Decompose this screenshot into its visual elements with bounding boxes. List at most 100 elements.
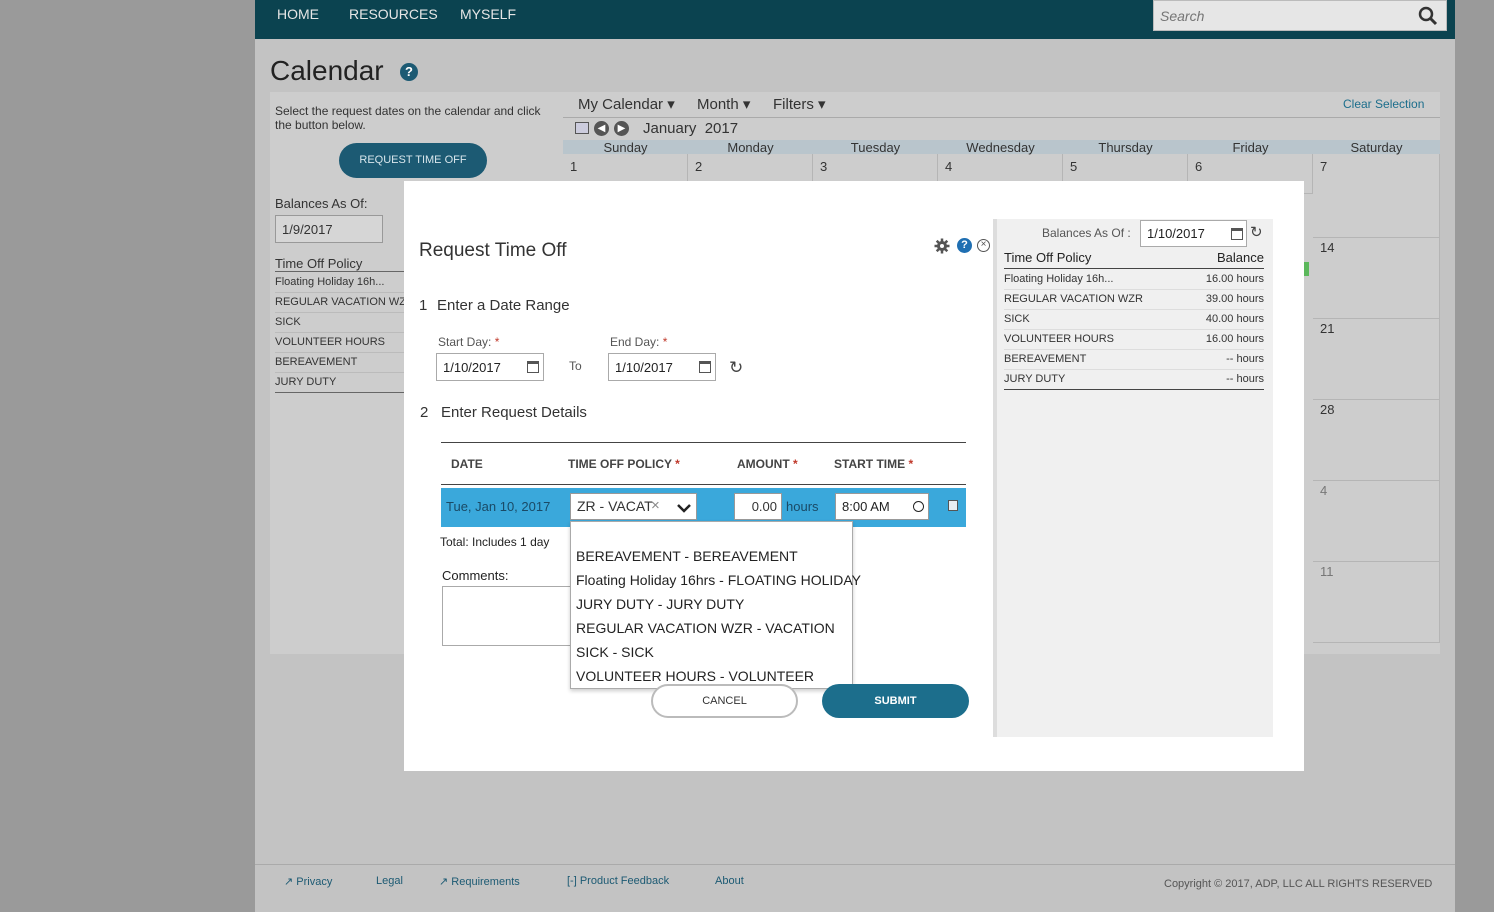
hours-unit: hours xyxy=(786,499,819,514)
privacy-link[interactable]: ↗ Privacy xyxy=(284,875,332,888)
next-month-icon[interactable]: ▶ xyxy=(614,121,629,136)
balances-date-value: 1/10/2017 xyxy=(1147,226,1205,241)
calendar-icon[interactable] xyxy=(527,361,539,373)
dropdown-option[interactable]: SICK - SICK xyxy=(576,644,654,660)
day-header: Saturday xyxy=(1313,140,1440,155)
calendar-icon[interactable] xyxy=(575,122,589,134)
page-title: Calendar xyxy=(270,55,384,86)
refresh-icon[interactable]: ↻ xyxy=(729,359,743,376)
modal-title: Request Time Off xyxy=(419,240,567,261)
table-top-rule xyxy=(441,442,966,443)
dropdown-option[interactable]: BEREAVEMENT - BEREAVEMENT xyxy=(576,548,798,564)
day-header: Sunday xyxy=(563,140,688,155)
dropdown-option[interactable]: Floating Holiday 16hrs - FLOATING HOLIDA… xyxy=(576,572,861,588)
prev-month-icon[interactable]: ◀ xyxy=(594,121,609,136)
balances-as-of-label: Balances As Of : xyxy=(1042,226,1131,240)
day-number: 3 xyxy=(820,159,828,174)
close-icon[interactable]: × xyxy=(977,239,990,252)
nav-home[interactable]: HOME xyxy=(277,6,319,22)
request-time-off-button[interactable]: REQUEST TIME OFF xyxy=(339,143,487,178)
calendar-icon[interactable] xyxy=(699,361,711,373)
search-input[interactable] xyxy=(1160,6,1410,26)
refresh-icon[interactable]: ↻ xyxy=(1250,225,1263,240)
balances-date-field[interactable]: 1/9/2017 xyxy=(275,215,383,243)
clock-icon[interactable] xyxy=(913,501,924,512)
nav-myself[interactable]: MYSELF xyxy=(460,6,516,22)
comments-label: Comments: xyxy=(442,568,509,583)
step-number: 1 xyxy=(419,297,428,314)
dropdown-option[interactable]: JURY DUTY - JURY DUTY xyxy=(576,596,744,612)
day-number: 4 xyxy=(1320,483,1328,498)
table-header-rule xyxy=(441,484,966,485)
amount-input[interactable]: 0.00 xyxy=(734,493,782,520)
requirements-link[interactable]: ↗ Requirements xyxy=(439,875,520,888)
month-year-label: January 2017 xyxy=(643,120,739,137)
col-policy: Time Off Policy xyxy=(1004,250,1092,265)
filters-dropdown[interactable]: Filters ▾ xyxy=(773,95,826,113)
step-number: 2 xyxy=(420,404,429,421)
nav-resources[interactable]: RESOURCES xyxy=(349,6,438,22)
dropdown-option[interactable]: REGULAR VACATION WZR - VACATION xyxy=(576,620,835,636)
day-header: Wednesday xyxy=(938,140,1063,155)
month-dropdown[interactable]: Month ▾ xyxy=(697,95,750,113)
total-text: Total: Includes 1 day xyxy=(440,535,550,549)
end-day-value: 1/10/2017 xyxy=(615,360,673,375)
day-header: Friday xyxy=(1188,140,1313,155)
bg-policy-item: JURY DUTY xyxy=(275,373,405,393)
balance-row: REGULAR VACATION WZR 39.00 hours xyxy=(1004,290,1264,310)
day-number: 28 xyxy=(1320,402,1335,417)
calendar-icon[interactable] xyxy=(1231,228,1243,240)
balances-date-value: 1/9/2017 xyxy=(282,222,333,237)
comments-textarea[interactable] xyxy=(442,586,572,646)
search-icon[interactable] xyxy=(1418,6,1438,31)
step2-label: Enter Request Details xyxy=(441,404,587,421)
start-day-value: 1/10/2017 xyxy=(443,360,501,375)
legal-link[interactable]: Legal xyxy=(376,875,403,887)
step1-label: Enter a Date Range xyxy=(437,297,570,314)
day-number: 2 xyxy=(695,159,703,174)
help-icon[interactable]: ? xyxy=(400,63,418,81)
divider xyxy=(563,117,1440,118)
balance-row: VOLUNTEER HOURS 16.00 hours xyxy=(1004,330,1264,350)
dropdown-option[interactable]: VOLUNTEER HOURS - VOLUNTEER xyxy=(576,668,814,684)
day-number: 4 xyxy=(945,159,953,174)
balance-row: JURY DUTY -- hours xyxy=(1004,370,1264,390)
day-header: Monday xyxy=(688,140,813,155)
submit-button[interactable]: SUBMIT xyxy=(822,684,969,718)
my-calendar-dropdown[interactable]: My Calendar ▾ xyxy=(578,95,675,113)
help-icon[interactable]: ? xyxy=(957,238,972,253)
calendar-day[interactable] xyxy=(1313,481,1440,562)
cancel-button[interactable]: CANCEL xyxy=(651,684,798,718)
instructions-text: Select the request dates on the calendar… xyxy=(275,104,541,132)
day-header: Thursday xyxy=(1063,140,1188,155)
external-link-icon: ↗ xyxy=(284,876,294,888)
policy-select-value: ZR - VACAT xyxy=(577,498,653,514)
end-day-label: End Day: * xyxy=(610,335,668,349)
col-balance: Balance xyxy=(1217,250,1264,265)
day-header: Tuesday xyxy=(813,140,938,155)
copyright: Copyright © 2017, ADP, LLC ALL RIGHTS RE… xyxy=(1164,878,1433,890)
day-number: 6 xyxy=(1195,159,1203,174)
policy-select[interactable]: ZR - VACAT × xyxy=(570,493,697,520)
gear-icon[interactable] xyxy=(934,238,950,259)
feedback-link[interactable]: [-] Product Feedback xyxy=(567,875,669,887)
to-label: To xyxy=(569,359,582,373)
clear-selection-link[interactable]: Clear Selection xyxy=(1343,97,1424,111)
col-header-date: DATE xyxy=(451,457,483,471)
about-link[interactable]: About xyxy=(715,875,744,887)
feedback-icon: [-] xyxy=(567,875,577,887)
day-number: 11 xyxy=(1320,564,1334,579)
calendar-day[interactable] xyxy=(1313,154,1440,238)
col-header-policy: TIME OFF POLICY * xyxy=(568,457,680,471)
bg-policy-item: REGULAR VACATION WZ xyxy=(275,293,405,313)
balance-row: SICK 40.00 hours xyxy=(1004,310,1264,330)
balances-label: Balances As Of: xyxy=(275,196,368,211)
col-header-start-time: START TIME * xyxy=(834,457,914,471)
clear-icon[interactable]: × xyxy=(651,497,660,514)
row-date: Tue, Jan 10, 2017 xyxy=(446,499,551,514)
balance-row: BEREAVEMENT -- hours xyxy=(1004,350,1264,370)
chevron-down-icon[interactable] xyxy=(677,500,691,516)
copy-icon[interactable] xyxy=(948,500,958,511)
balance-row: Floating Holiday 16h... 16.00 hours xyxy=(1004,270,1264,290)
external-link-icon: ↗ xyxy=(439,876,449,888)
